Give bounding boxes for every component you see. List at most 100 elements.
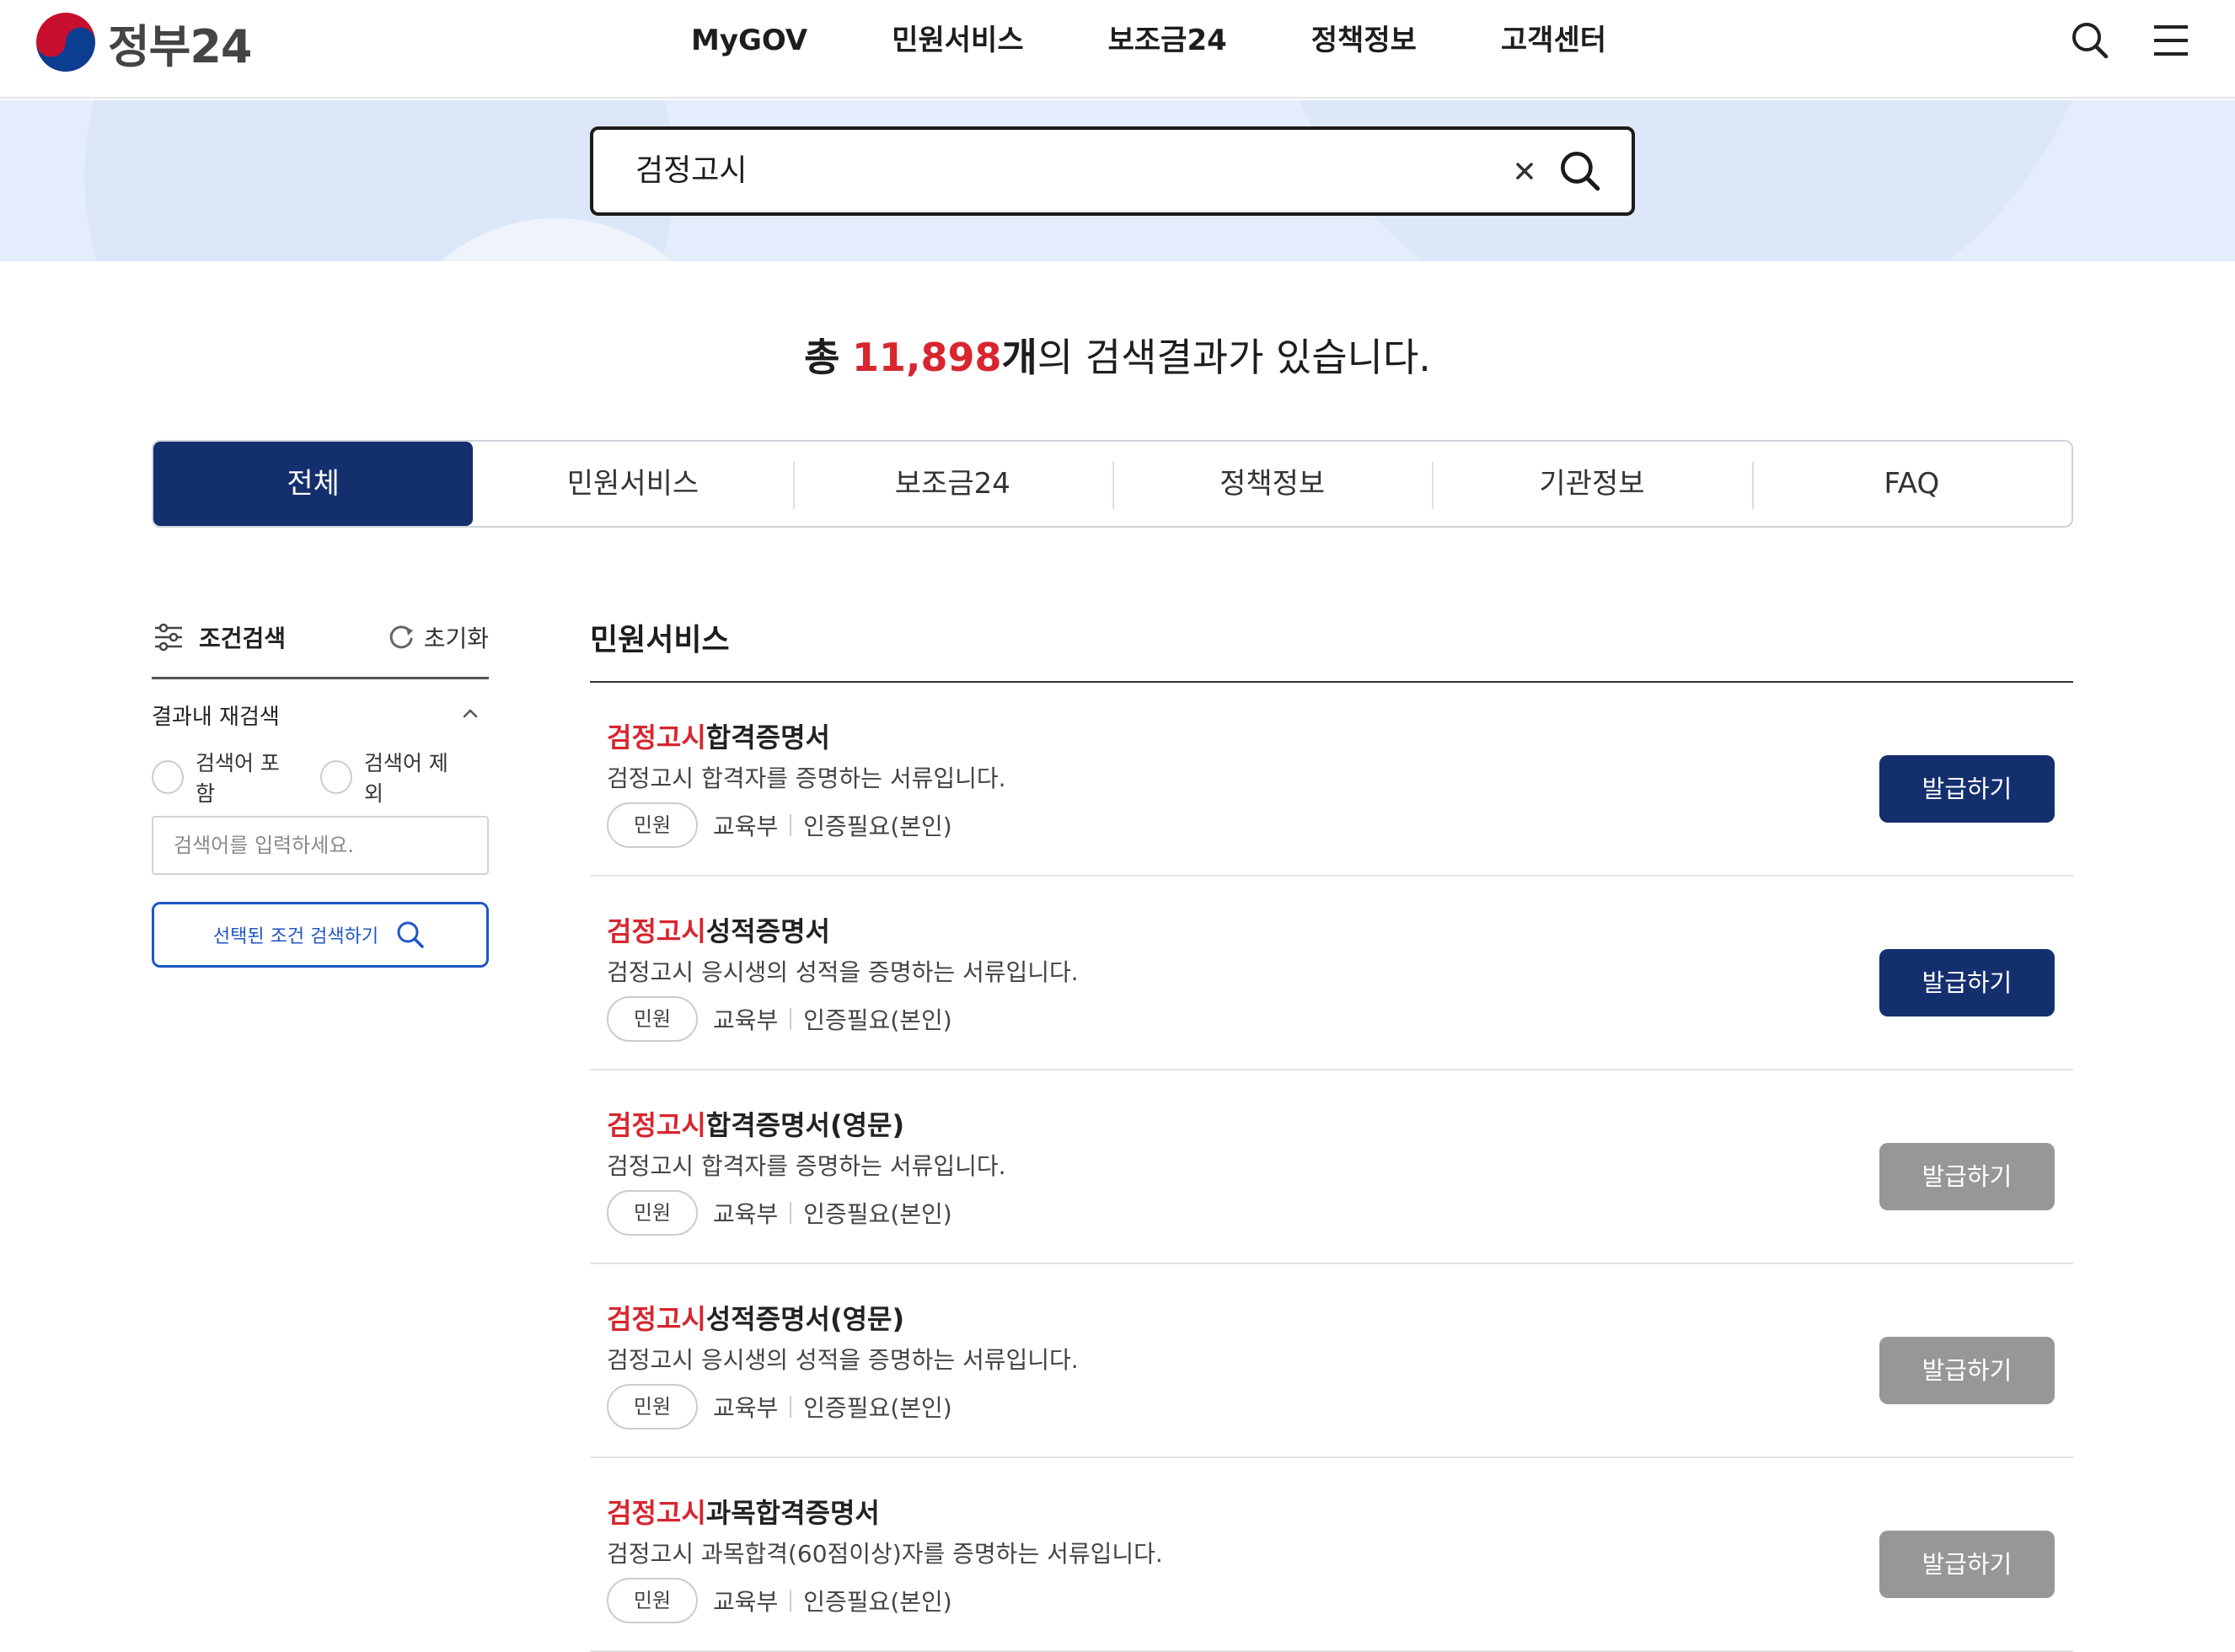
result-title[interactable]: 검정고시합격증명서(영문)	[607, 1104, 904, 1143]
filter-header: 조건검색 초기화	[152, 607, 489, 679]
agency-label: 교육부	[713, 1588, 779, 1616]
auth-requirement: 인증필요(본인)	[803, 1006, 952, 1034]
result-title[interactable]: 검정고시합격증명서	[607, 716, 830, 755]
refine-label: 결과내 재검색	[152, 705, 280, 730]
title-highlight: 검정고시	[607, 915, 706, 947]
tab-subsidy24[interactable]: 보조금24	[792, 442, 1112, 526]
title-rest: 합격증명서(영문)	[705, 1109, 905, 1141]
reset-label: 초기화	[423, 625, 489, 652]
refine-section-header[interactable]: 결과내 재검색	[152, 679, 489, 742]
radio-include[interactable]: 검색어 포함	[152, 747, 293, 807]
meta-divider	[790, 1202, 792, 1224]
tab-faq[interactable]: FAQ	[1751, 442, 2072, 526]
result-meta: 민원 교육부 인증필요(본인)	[607, 1384, 952, 1429]
tab-civil-service[interactable]: 민원서비스	[473, 442, 792, 526]
issue-button-disabled[interactable]: 발급하기	[1879, 1531, 2055, 1598]
title-rest: 성적증명서(영문)	[705, 1303, 905, 1335]
result-meta: 민원 교육부 인증필요(본인)	[607, 1190, 952, 1236]
result-description: 검정고시 합격자를 증명하는 서류입니다.	[607, 1152, 1006, 1180]
auth-requirement: 인증필요(본인)	[803, 1588, 952, 1616]
result-meta: 민원 교육부 인증필요(본인)	[607, 802, 952, 848]
result-item: 검정고시과목합격증명서 검정고시 과목합격(60점이상)자를 증명하는 서류입니…	[590, 1458, 2073, 1652]
filter-sliders-icon	[155, 623, 182, 652]
count-suffix: 의 검색결과가 있습니다.	[1037, 335, 1431, 380]
tab-agency-info[interactable]: 기관정보	[1432, 442, 1751, 526]
issue-button-disabled[interactable]: 발급하기	[1879, 1337, 2055, 1404]
auth-requirement: 인증필요(본인)	[803, 1394, 952, 1422]
chevron-up-icon[interactable]	[460, 703, 480, 723]
result-description: 검정고시 과목합격(60점이상)자를 증명하는 서류입니다.	[607, 1540, 1163, 1568]
filter-sidebar: 조건검색 초기화 결과내 재검색 검색어 포함 검색어 제외 선택된 조건 검색…	[152, 607, 489, 968]
filter-title-label: 조건검색	[199, 625, 287, 652]
count-number: 11,898	[852, 335, 1002, 380]
nav-subsidy24[interactable]: 보조금24	[1108, 15, 1227, 66]
agency-label: 교육부	[713, 1200, 779, 1228]
logo-text: 정부24	[108, 19, 253, 73]
nav-mygov[interactable]: MyGOV	[691, 15, 807, 66]
radio-exclude[interactable]: 검색어 제외	[320, 747, 462, 807]
result-item: 검정고시성적증명서(영문) 검정고시 응시생의 성적을 증명하는 서류입니다. …	[590, 1264, 2073, 1458]
radio-include-label: 검색어 포함	[195, 751, 280, 806]
result-item: 검정고시성적증명서 검정고시 응시생의 성적을 증명하는 서류입니다. 민원 교…	[590, 877, 2073, 1070]
reset-button[interactable]: 초기화	[387, 620, 489, 654]
result-description: 검정고시 응시생의 성적을 증명하는 서류입니다.	[607, 1346, 1079, 1374]
search-submit-icon[interactable]	[1554, 145, 1606, 197]
search-icon	[397, 921, 424, 948]
taegeuk-logo-icon	[36, 13, 95, 72]
category-chip: 민원	[607, 1578, 698, 1623]
agency-label: 교육부	[713, 1394, 779, 1422]
result-item: 검정고시합격증명서(영문) 검정고시 합격자를 증명하는 서류입니다. 민원 교…	[590, 1070, 2073, 1264]
result-description: 검정고시 합격자를 증명하는 서류입니다.	[607, 764, 1006, 792]
nav-customer-center[interactable]: 고객센터	[1501, 15, 1606, 66]
title-highlight: 검정고시	[607, 1109, 706, 1141]
result-description: 검정고시 응시생의 성적을 증명하는 서류입니다.	[607, 958, 1079, 986]
clear-icon[interactable]	[1503, 150, 1546, 192]
count-unit: 개	[1001, 335, 1037, 380]
radio-exclude-label: 검색어 제외	[363, 751, 448, 806]
section-title: 민원서비스	[590, 607, 2073, 683]
meta-divider	[790, 1590, 792, 1612]
results-section: 민원서비스 검정고시합격증명서 검정고시 합격자를 증명하는 서류입니다. 민원…	[590, 607, 2073, 1652]
apply-filter-button[interactable]: 선택된 조건 검색하기	[152, 902, 489, 968]
result-title[interactable]: 검정고시과목합격증명서	[607, 1492, 880, 1531]
category-chip: 민원	[607, 1190, 698, 1236]
meta-divider	[790, 1008, 792, 1030]
category-chip: 민원	[607, 996, 698, 1042]
title-rest: 합격증명서	[705, 721, 830, 754]
search-icon[interactable]	[2065, 15, 2115, 66]
category-tabs: 전체 민원서비스 보조금24 정책정보 기관정보 FAQ	[152, 440, 2073, 528]
radio-exclude-circle[interactable]	[320, 760, 352, 794]
meta-divider	[790, 814, 792, 836]
result-title[interactable]: 검정고시성적증명서(영문)	[607, 1298, 904, 1337]
issue-button-disabled[interactable]: 발급하기	[1879, 1143, 2055, 1210]
refine-mode-radios: 검색어 포함 검색어 제외	[152, 751, 489, 806]
main-nav: MyGOV 민원서비스 보조금24 정책정보 고객센터	[691, 15, 1691, 66]
refresh-icon	[389, 625, 413, 649]
radio-include-circle[interactable]	[152, 760, 184, 794]
auth-requirement: 인증필요(본인)	[803, 813, 952, 840]
result-item: 검정고시합격증명서 검정고시 합격자를 증명하는 서류입니다. 민원 교육부 인…	[590, 683, 2073, 877]
menu-icon[interactable]	[2146, 15, 2196, 66]
result-meta: 민원 교육부 인증필요(본인)	[607, 996, 952, 1042]
apply-filter-label: 선택된 조건 검색하기	[212, 926, 379, 947]
filter-title: 조건검색	[152, 620, 286, 654]
site-header: 정부24 MyGOV 민원서비스 보조금24 정책정보 고객센터	[0, 0, 2235, 99]
refine-search-input[interactable]	[152, 816, 489, 875]
nav-civil-service[interactable]: 민원서비스	[892, 15, 1023, 66]
site-logo[interactable]: 정부24	[34, 8, 253, 76]
result-title[interactable]: 검정고시성적증명서	[607, 910, 830, 949]
tab-all[interactable]: 전체	[153, 442, 474, 526]
issue-button[interactable]: 발급하기	[1879, 755, 2055, 823]
title-highlight: 검정고시	[607, 721, 706, 754]
category-chip: 민원	[607, 1384, 698, 1429]
agency-label: 교육부	[713, 1006, 779, 1034]
search-input[interactable]: 검정고시	[635, 130, 747, 212]
title-highlight: 검정고시	[607, 1497, 706, 1529]
category-chip: 민원	[607, 802, 698, 848]
issue-button[interactable]: 발급하기	[1879, 949, 2055, 1016]
meta-divider	[790, 1396, 792, 1418]
result-count: 총 11,898개의 검색결과가 있습니다.	[0, 327, 2235, 383]
tab-policy-info[interactable]: 정책정보	[1112, 442, 1432, 526]
search-box[interactable]: 검정고시	[590, 126, 1635, 216]
nav-policy-info[interactable]: 정책정보	[1311, 15, 1417, 66]
